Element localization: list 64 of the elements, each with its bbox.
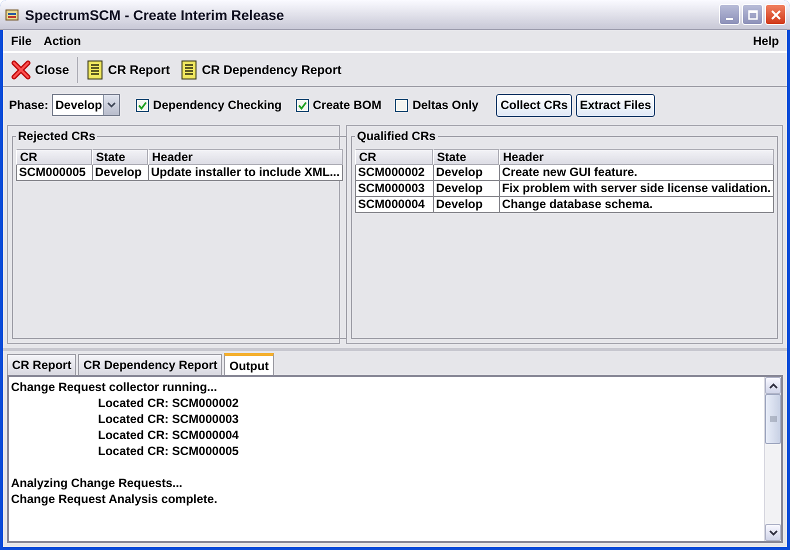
tab[interactable]: Output: [224, 353, 274, 375]
close-button[interactable]: [765, 4, 786, 25]
table-cell: SCM000003: [356, 181, 434, 197]
menu-item[interactable]: Help: [752, 34, 779, 48]
table-cell: Develop: [434, 197, 500, 213]
output-line: Located CR: SCM000003: [97, 411, 240, 427]
column-header[interactable]: State: [433, 149, 499, 165]
check-icon: [138, 100, 148, 110]
checkbox[interactable]: Create BOM: [296, 98, 382, 112]
close-tool-button[interactable]: Close: [7, 58, 74, 82]
minimize-icon: [726, 18, 733, 20]
document-icon: [86, 60, 104, 80]
table-cell: Develop: [434, 165, 500, 181]
output-line: Change Request Analysis complete.: [11, 491, 218, 507]
chevron-down-icon: [768, 530, 778, 536]
menu-item[interactable]: Action: [44, 34, 82, 48]
maximize-icon: [748, 10, 758, 20]
document-icon: [180, 60, 198, 80]
phase-dropdown[interactable]: Develop: [52, 94, 120, 116]
app-icon: [4, 6, 20, 22]
group-title: Rejected CRs: [16, 129, 98, 143]
x-icon: [11, 60, 31, 80]
output-line: Located CR: SCM000002: [97, 395, 240, 411]
column-header[interactable]: State: [92, 149, 148, 165]
action-button[interactable]: Collect CRs: [496, 94, 572, 116]
tab[interactable]: CR Dependency Report: [78, 354, 222, 375]
scroll-up-button[interactable]: [765, 377, 781, 394]
chevron-up-icon: [768, 382, 778, 388]
output-line: Analyzing Change Requests...: [11, 475, 184, 491]
maximize-button[interactable]: [742, 4, 763, 25]
phase-label: Phase:: [9, 98, 48, 112]
column-header[interactable]: Header: [148, 149, 343, 165]
checkbox[interactable]: Dependency Checking: [136, 98, 282, 112]
group-title: Qualified CRs: [355, 129, 438, 143]
chevron-down-icon: [107, 102, 116, 108]
close-icon: [770, 10, 780, 20]
action-button[interactable]: Extract Files: [576, 94, 656, 116]
table-cell: SCM000005: [17, 165, 93, 181]
window-title: SpectrumSCM - Create Interim Release: [25, 6, 286, 22]
report-button[interactable]: CR Report: [82, 58, 174, 82]
column-header[interactable]: CR: [16, 149, 92, 165]
checkbox[interactable]: Deltas Only: [395, 98, 478, 112]
scroll-down-button[interactable]: [765, 524, 781, 541]
tab[interactable]: CR Report: [7, 354, 76, 375]
column-header[interactable]: CR: [355, 149, 433, 165]
output-line: Change Request collector running...: [11, 379, 218, 395]
menu-item[interactable]: File: [11, 34, 32, 48]
scroll-thumb[interactable]: [765, 394, 781, 444]
column-header[interactable]: Header: [499, 149, 774, 165]
table-cell: SCM000002: [356, 165, 434, 181]
table-cell: Fix problem with server side license validation.: [500, 181, 774, 197]
scrollbar[interactable]: [764, 377, 781, 541]
output-line: Located CR: SCM000004: [97, 427, 240, 443]
report-button[interactable]: CR Dependency Report: [176, 58, 346, 82]
check-icon: [298, 100, 307, 110]
table-cell: Update installer to include XML...: [149, 165, 343, 181]
minimize-button[interactable]: [719, 4, 740, 25]
table-cell: Change database schema.: [500, 197, 774, 213]
output-line: Located CR: SCM000005: [97, 443, 240, 459]
grip-icon: [770, 416, 776, 422]
table-cell: Develop: [434, 181, 500, 197]
table-cell: Create new GUI feature.: [500, 165, 774, 181]
table-cell: Develop: [93, 165, 149, 181]
table-cell: SCM000004: [356, 197, 434, 213]
